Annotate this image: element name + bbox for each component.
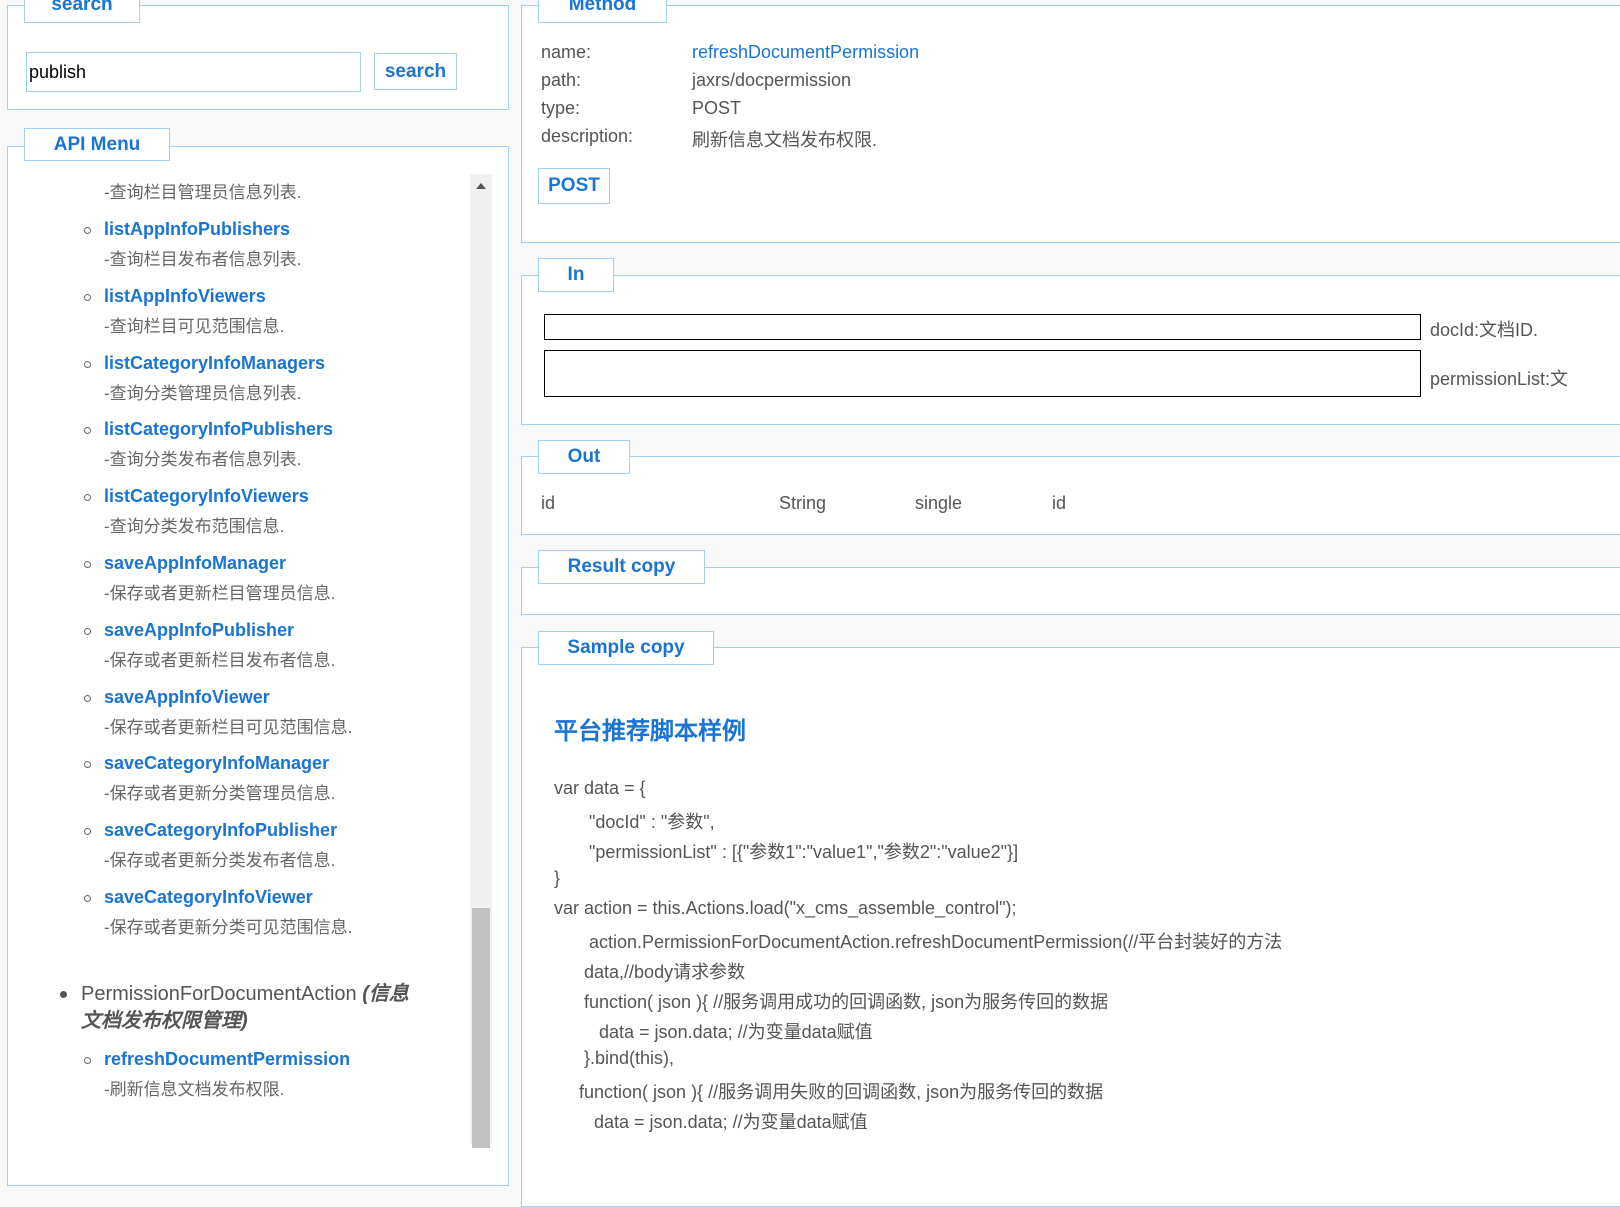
menu-scrollbar[interactable] [470,174,492,1148]
out-field-name: id [541,493,556,513]
method-panel [521,5,1620,243]
code-line: var data = { [554,778,646,798]
out-field-type: String [779,493,827,513]
method-row-label: description: [541,126,634,146]
code-line: }.bind(this), [554,1048,675,1068]
code-line: var action = this.Actions.load("x_cms_as… [554,898,1017,918]
method-row-label: type: [541,98,581,118]
menu-item-link[interactable]: listAppInfoViewers [104,286,266,307]
out-legend: Out [538,440,630,474]
search-input[interactable]: publish [26,52,361,92]
code-line: data,//body请求参数 [554,962,746,982]
menu-item-desc: -保存或者更新分类发布者信息. [104,851,336,871]
menu-item-link[interactable]: saveCategoryInfoViewer [104,887,313,908]
result-copy-legend[interactable]: Result copy [538,550,705,584]
sample-heading: 平台推荐脚本样例 [554,718,746,745]
menu-item-link[interactable]: listCategoryInfoManagers [104,353,325,374]
group-title: PermissionForDocumentAction (信息 文档发布权限管理) [81,981,461,1035]
menu-item-desc: -保存或者更新分类管理员信息. [104,784,336,804]
circle-bullet-icon [84,627,91,635]
out-panel [521,456,1620,535]
post-button[interactable]: POST [538,168,610,204]
menu-item-desc: -保存或者更新栏目发布者信息. [104,650,336,670]
menu-item-desc: -保存或者更新栏目可见范围信息. [104,717,353,737]
menu-item-desc: -查询分类发布范围信息. [104,517,285,537]
circle-bullet-icon [84,293,91,301]
menu-item-link[interactable]: saveAppInfoPublisher [104,620,294,641]
out-field-multiplicity: single [915,493,963,513]
circle-bullet-icon [84,1057,91,1064]
permissionlist-textarea[interactable] [544,350,1421,397]
search-legend: search [24,0,140,23]
docid-input[interactable] [544,314,1421,340]
menu-item-link[interactable]: listCategoryInfoViewers [104,486,309,507]
menu-item-link[interactable]: listAppInfoPublishers [104,219,290,240]
in-legend: In [538,258,614,292]
scrollbar-thumb[interactable] [472,908,490,1148]
method-row-value: 刷新信息文档发布权限. [692,130,877,150]
menu-item-link[interactable]: saveAppInfoViewer [104,687,270,708]
menu-item-desc: -查询分类管理员信息列表. [104,383,302,403]
menu-item-link[interactable]: saveCategoryInfoPublisher [104,820,337,841]
menu-item-link[interactable]: listCategoryInfoPublishers [104,419,333,440]
menu-item-link[interactable]: saveAppInfoManager [104,553,286,574]
code-line: "docId" : "参数", [554,812,715,832]
scroll-up-icon[interactable] [476,183,486,189]
docid-label: docId:文档ID. [1430,320,1539,340]
code-line: data = json.data; //为变量data赋值 [554,1022,873,1042]
menu-item-desc: -查询分类发布者信息列表. [104,450,302,470]
circle-bullet-icon [84,895,91,902]
menu-item-link[interactable]: saveCategoryInfoManager [104,753,329,774]
menu-item-desc: -查询栏目可见范围信息. [104,316,285,336]
code-line: action.PermissionForDocumentAction.refre… [554,932,1283,952]
method-row-value: refreshDocumentPermission [692,42,920,62]
circle-bullet-icon [84,360,91,368]
method-legend: Method [538,0,667,23]
group-bullet [60,991,67,998]
code-line: function( json ){ //服务调用成功的回调函数, json为服务… [554,992,1109,1012]
circle-bullet-icon [84,561,91,568]
code-line: data = json.data; //为变量data赋值 [554,1112,868,1132]
menu-top-desc: -查询栏目管理员信息列表. [104,183,302,202]
search-button[interactable]: search [374,53,457,90]
menu-item-desc: -查询栏目发布者信息列表. [104,250,302,269]
menu-item-desc: -保存或者更新分类可见范围信息. [104,918,353,937]
out-field-desc: id [1052,493,1067,513]
menu-item-desc: -刷新信息文档发布权限. [104,1080,285,1099]
method-row-label: path: [541,70,582,90]
code-line: } [554,868,561,888]
code-line: "permissionList" : [{"参数1":"value1","参数2… [554,842,1019,862]
method-row-label: name: [541,42,592,62]
menu-item-link[interactable]: refreshDocumentPermission [104,1049,350,1070]
circle-bullet-icon [84,227,91,234]
code-line: function( json ){ //服务调用失败的回调函数, json为服务… [554,1082,1104,1102]
menu-item-desc: -保存或者更新栏目管理员信息. [104,584,336,603]
method-row-value: jaxrs/docpermission [692,70,852,90]
api-menu-legend: API Menu [24,128,170,161]
method-row-value: POST [692,98,742,118]
group-name: PermissionForDocumentAction [81,983,357,1005]
circle-bullet-icon [84,694,91,702]
permissionlist-label: permissionList:文 [1430,369,1569,389]
sample-copy-legend[interactable]: Sample copy [538,631,714,665]
